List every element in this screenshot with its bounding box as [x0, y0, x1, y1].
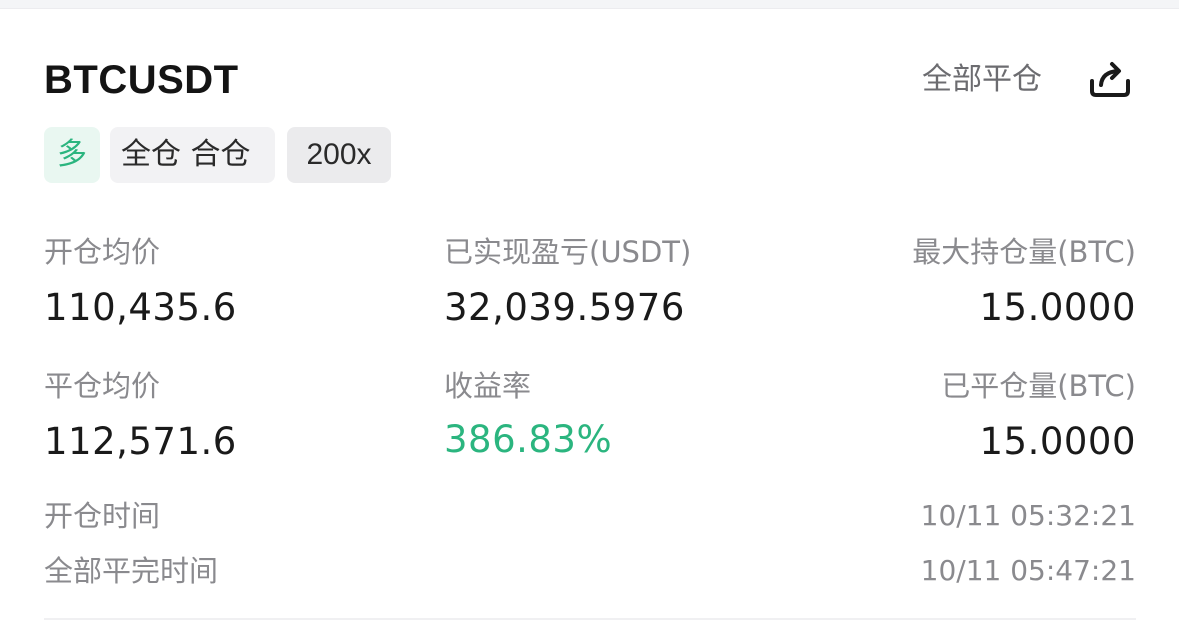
closed-qty-value: 15.0000	[979, 420, 1136, 463]
open-avg-price-value: 110,435.6	[44, 286, 237, 329]
full-close-time-label: 全部平完时间	[44, 554, 219, 588]
bottom-divider	[44, 618, 1136, 620]
close-avg-price-value: 112,571.6	[44, 420, 237, 463]
roi-value: 386.83%	[444, 418, 613, 461]
margin-mode-tag: 全仓 合仓	[110, 127, 275, 183]
closed-qty-label: 已平仓量(BTC)	[941, 369, 1136, 403]
full-close-time-value: 10/11 05:47:21	[920, 554, 1136, 587]
share-icon[interactable]	[1086, 57, 1134, 101]
roi-label: 收益率	[444, 369, 532, 403]
open-avg-price-label: 开仓均价	[44, 235, 161, 269]
open-time-label: 开仓时间	[44, 499, 161, 533]
close-avg-price-label: 平仓均价	[44, 369, 161, 403]
top-divider	[0, 0, 1179, 9]
leverage-tag: 200x	[287, 127, 391, 183]
long-side-tag: 多	[44, 127, 100, 183]
close-all-button[interactable]: 全部平仓	[922, 58, 1042, 102]
max-position-value: 15.0000	[979, 286, 1136, 329]
position-history-card: BTCUSDT 全部平仓 多 全仓 合仓 200x 开仓均价 110,435.6…	[0, 0, 1179, 633]
open-time-value: 10/11 05:32:21	[920, 499, 1136, 532]
max-position-label: 最大持仓量(BTC)	[912, 235, 1136, 269]
realized-pnl-value: 32,039.5976	[444, 286, 685, 329]
realized-pnl-label: 已实现盈亏(USDT)	[444, 235, 692, 269]
symbol-title: BTCUSDT	[44, 58, 239, 102]
